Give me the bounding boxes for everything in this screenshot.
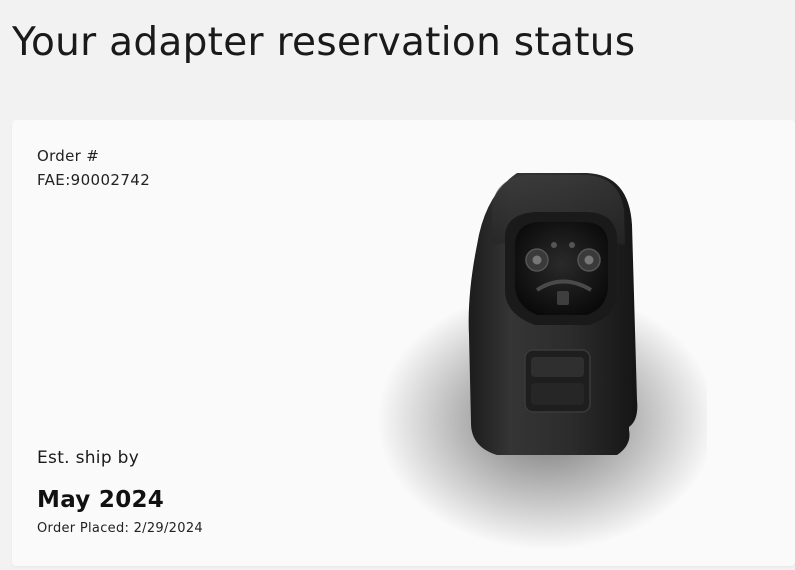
order-placed-date: Order Placed: 2/29/2024 <box>37 521 203 536</box>
reservation-card: Order # FAE:90002742 Est. ship by May 20… <box>12 120 795 566</box>
order-number-value: FAE:90002742 <box>37 171 151 189</box>
order-number-label: Order # <box>37 147 100 165</box>
page-title: Your adapter reservation status <box>12 20 636 65</box>
est-ship-date: May 2024 <box>37 487 165 513</box>
adapter-product-image <box>377 173 707 550</box>
est-ship-label: Est. ship by <box>37 448 140 468</box>
